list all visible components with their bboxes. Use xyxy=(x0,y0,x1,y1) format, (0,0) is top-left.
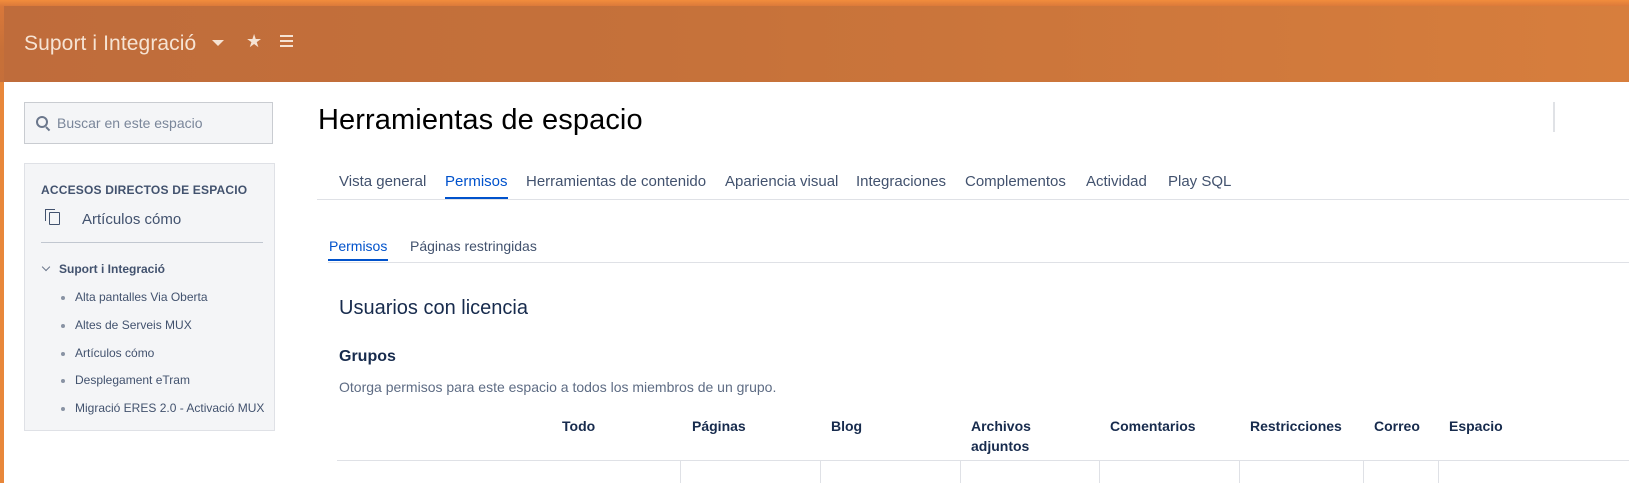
groups-heading: Grupos xyxy=(339,348,396,365)
tab-actividad[interactable]: Actividad xyxy=(1086,173,1147,190)
column-divider xyxy=(680,461,681,483)
column-divider xyxy=(820,461,821,483)
chevron-down-icon[interactable] xyxy=(41,262,51,272)
bullet-icon xyxy=(61,407,65,411)
tree-item-label[interactable]: Altes de Serveis MUX xyxy=(75,318,265,332)
groups-description: Otorga permisos para este espacio a todo… xyxy=(339,379,777,395)
page-title: Herramientas de espacio xyxy=(318,104,643,136)
column-header-espacio: Espacio xyxy=(1449,418,1503,434)
tab-apariencia-visual[interactable]: Apariencia visual xyxy=(725,173,838,190)
column-divider xyxy=(1099,461,1100,483)
sidebar-divider xyxy=(41,242,263,243)
main-tabs: Vista general Permisos Herramientas de c… xyxy=(317,170,1629,200)
star-icon[interactable]: ★ xyxy=(246,31,262,52)
tab-complementos[interactable]: Complementos xyxy=(965,173,1066,190)
column-header-comentarios: Comentarios xyxy=(1110,418,1196,434)
bullet-icon xyxy=(61,352,65,356)
column-header-paginas: Páginas xyxy=(692,418,746,434)
column-divider xyxy=(960,461,961,483)
tree-item[interactable]: Altes de Serveis MUX xyxy=(59,318,269,336)
shortcut-link[interactable]: Artículos cómo xyxy=(45,208,255,232)
tree-item-label[interactable]: Artículos cómo xyxy=(75,346,265,360)
column-header-correo: Correo xyxy=(1374,418,1420,434)
shortcuts-heading: ACCESOS DIRECTOS DE ESPACIO xyxy=(41,183,248,197)
tree-root-label[interactable]: Suport i Integració xyxy=(59,262,165,276)
bullet-icon xyxy=(61,324,65,328)
table-header-rule xyxy=(337,460,1629,461)
caret-down-icon[interactable] xyxy=(212,40,224,46)
column-divider xyxy=(1239,461,1240,483)
column-header-archivos-adjuntos: Archivos adjuntos xyxy=(971,418,1031,454)
tree-item[interactable]: Artículos cómo xyxy=(59,346,269,364)
bullet-icon xyxy=(61,379,65,383)
tree-item-label[interactable]: Desplegament eTram xyxy=(75,373,265,387)
tree-item-label[interactable]: Migració ERES 2.0 - Activació MUX xyxy=(75,401,265,415)
tree-item[interactable]: Desplegament eTram xyxy=(59,373,269,391)
column-header-restricciones: Restricciones xyxy=(1250,418,1342,434)
bullet-icon xyxy=(61,296,65,300)
top-header: Suport i Integració ★ xyxy=(0,0,1629,82)
shortcut-label[interactable]: Artículos cómo xyxy=(82,211,181,228)
space-search-box[interactable] xyxy=(24,102,273,144)
column-header-todo: Todo xyxy=(562,418,596,434)
copy-pages-icon xyxy=(45,209,60,225)
page-content: ACCESOS DIRECTOS DE ESPACIO Artículos có… xyxy=(4,82,1629,483)
tab-play-sql[interactable]: Play SQL xyxy=(1168,173,1231,190)
column-divider xyxy=(1438,461,1439,483)
menu-lines-icon[interactable] xyxy=(280,35,293,48)
column-header-blog: Blog xyxy=(831,418,863,434)
sidebar: ACCESOS DIRECTOS DE ESPACIO Artículos có… xyxy=(24,163,275,431)
tab-vista-general[interactable]: Vista general xyxy=(339,173,426,190)
search-icon xyxy=(36,116,48,128)
tree-item[interactable]: Alta pantalles Via Oberta xyxy=(59,290,269,308)
subtab-paginas-restringidas[interactable]: Páginas restringidas xyxy=(410,238,537,254)
tab-integraciones[interactable]: Integraciones xyxy=(856,173,946,190)
tab-permisos[interactable]: Permisos xyxy=(445,173,508,199)
sub-tabs: Permisos Páginas restringidas xyxy=(327,237,1629,263)
tab-herramientas-contenido[interactable]: Herramientas de contenido xyxy=(526,173,706,190)
section-title: Usuarios con licencia xyxy=(339,297,528,319)
subtab-permisos[interactable]: Permisos xyxy=(327,238,389,261)
tree-item[interactable]: Migració ERES 2.0 - Activació MUX xyxy=(59,401,269,419)
tree-item-label[interactable]: Alta pantalles Via Oberta xyxy=(75,290,265,304)
search-input[interactable] xyxy=(57,103,267,143)
right-edge-divider xyxy=(1553,102,1555,132)
space-name[interactable]: Suport i Integració xyxy=(24,32,196,56)
column-divider xyxy=(1363,461,1364,483)
